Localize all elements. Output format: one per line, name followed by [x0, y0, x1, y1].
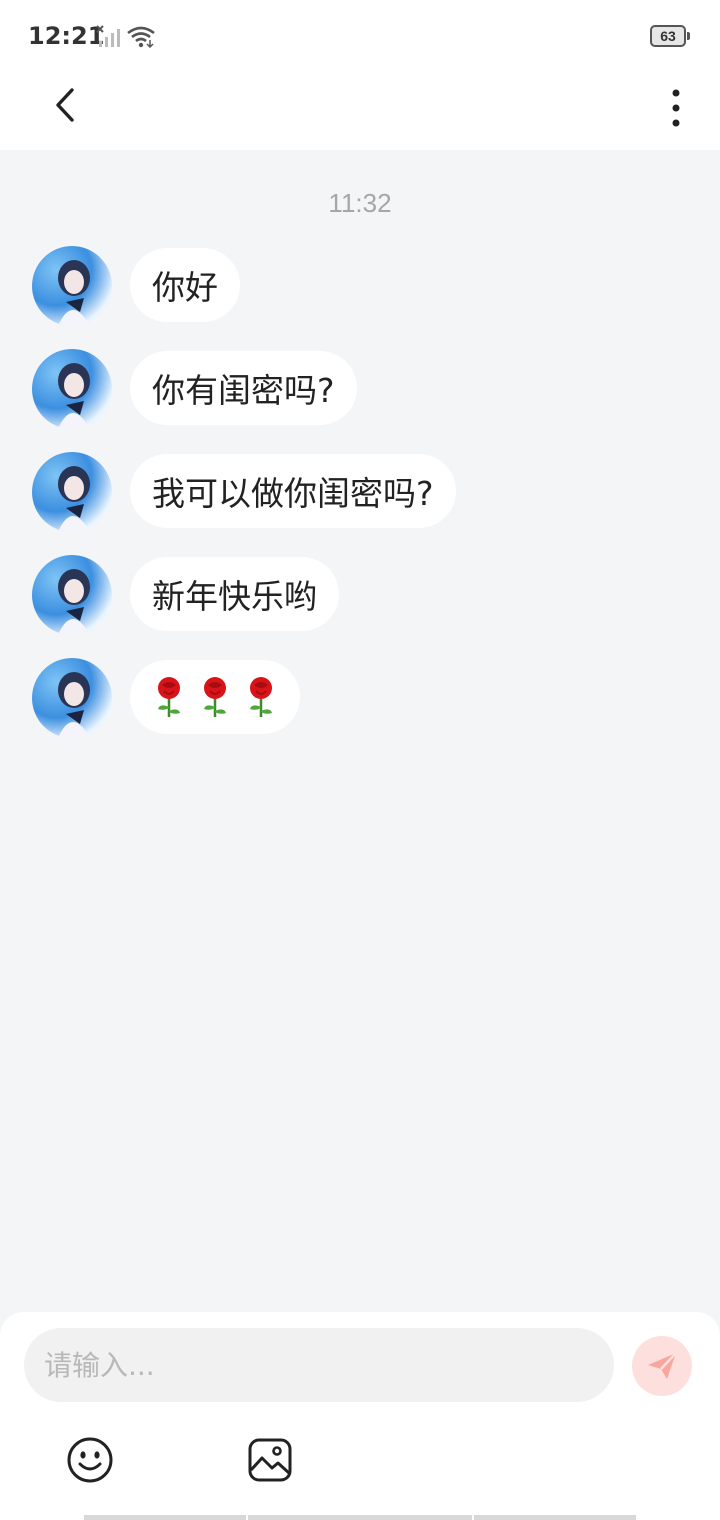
- message-row: 我可以做你闺密吗?: [0, 452, 720, 555]
- emoji-button[interactable]: [66, 1436, 114, 1484]
- message-row: 新年快乐哟: [0, 555, 720, 658]
- image-icon: [248, 1438, 292, 1482]
- home-indicator: [248, 1515, 472, 1520]
- more-options-button[interactable]: [656, 80, 696, 130]
- avatar-image: [58, 466, 90, 532]
- signal-icon: [96, 25, 120, 47]
- avatar-image: [58, 363, 90, 429]
- message-timestamp: 11:32: [328, 188, 392, 218]
- smiley-icon: [67, 1437, 113, 1483]
- message-input[interactable]: [24, 1328, 614, 1402]
- message-row: 你好: [0, 246, 720, 349]
- status-bar: 12:21 63: [0, 0, 720, 72]
- message-bubble[interactable]: [130, 660, 300, 734]
- status-time: 12:21: [28, 22, 105, 50]
- paper-plane-icon: [648, 1352, 677, 1379]
- avatar-image: [58, 672, 90, 738]
- avatar[interactable]: [32, 246, 112, 326]
- rose-icon: [250, 677, 272, 717]
- message-text: 我可以做你闺密吗?: [152, 474, 434, 513]
- avatar[interactable]: [32, 658, 112, 738]
- avatar-image: [58, 260, 90, 326]
- avatar[interactable]: [32, 349, 112, 429]
- chevron-left-icon: [56, 88, 74, 122]
- wifi-icon: [127, 26, 155, 48]
- avatar[interactable]: [32, 452, 112, 532]
- message-list: 你好 你有闺密吗? 我可以做你闺密吗? 新年快乐哟: [0, 246, 720, 761]
- message-row: 你有闺密吗?: [0, 349, 720, 452]
- avatar[interactable]: [32, 555, 112, 635]
- composer-panel: [0, 1312, 720, 1520]
- chat-screen: 12:21 63 11:32 你好 你有闺密吗? 我可以做你闺密吗? 新年快乐哟…: [0, 0, 720, 1520]
- rose-icon: [204, 677, 226, 717]
- message-bubble[interactable]: 你好: [130, 248, 240, 322]
- message-bubble[interactable]: 新年快乐哟: [130, 557, 339, 631]
- message-text: 你好: [152, 268, 218, 307]
- message-text: 新年快乐哟: [152, 577, 317, 616]
- message-bubble[interactable]: 你有闺密吗?: [130, 351, 357, 425]
- message-bubble[interactable]: 我可以做你闺密吗?: [130, 454, 456, 528]
- send-button[interactable]: [632, 1336, 692, 1396]
- battery-level: 63: [660, 28, 676, 44]
- message-text: 你有闺密吗?: [152, 371, 335, 410]
- home-indicator: [84, 1515, 246, 1520]
- battery-icon: 63: [650, 25, 686, 47]
- message-row: [0, 658, 720, 761]
- back-button[interactable]: [40, 80, 90, 130]
- home-indicator: [474, 1515, 636, 1520]
- rose-icon: [158, 677, 180, 717]
- battery-nub: [687, 32, 690, 40]
- avatar-image: [58, 569, 90, 635]
- vertical-dots-icon: [672, 89, 680, 127]
- image-button[interactable]: [246, 1436, 294, 1484]
- chat-header: [0, 72, 720, 150]
